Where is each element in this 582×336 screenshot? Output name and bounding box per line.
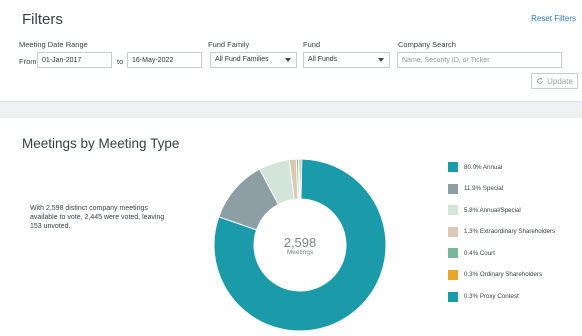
company-search-label: Company Search [398, 40, 456, 49]
legend-swatch [448, 269, 458, 280]
from-date-input[interactable] [37, 52, 112, 68]
donut-slice[interactable] [299, 158, 303, 200]
to-label: to [117, 57, 124, 66]
legend-swatch [448, 183, 458, 194]
legend-item[interactable]: 80.0% Annual [448, 162, 555, 172]
legend-swatch [448, 248, 458, 259]
donut-caption: Meetings [286, 249, 314, 256]
legend-item[interactable]: 0.3% Proxy Contest [448, 291, 555, 302]
section-title: Meetings by Meeting Type [22, 136, 180, 151]
filters-panel: Filters Reset Filters Meeting Date Range… [0, 0, 582, 102]
legend-swatch [448, 162, 458, 172]
fund-family-value: All Fund Families [215, 56, 269, 63]
legend-label: 80.0% Annual [464, 163, 503, 171]
legend-item[interactable]: 1.3% Extraordinary Shareholders [448, 226, 556, 237]
legend-item[interactable]: 0.3% Ordinary Shareholders [448, 269, 555, 280]
to-date-input[interactable] [127, 52, 202, 68]
chart-legend: 80.0% Annual 11.9% Special 5.8% Annual/Spe… [448, 162, 555, 313]
donut-total: 2,598 [283, 235, 317, 250]
legend-label: 5.8% Annual/Special [464, 206, 521, 214]
legend-swatch [448, 226, 458, 237]
legend-label: 11.9% Special [464, 185, 504, 193]
legend-label: 0.3% Ordinary Shareholders [464, 271, 543, 279]
legend-swatch [448, 291, 458, 302]
filters-title: Filters [22, 11, 63, 28]
meetings-panel: Meetings by Meeting Type With 2,598 dist… [0, 118, 582, 336]
refresh-icon [537, 77, 543, 84]
update-label: Update [547, 76, 573, 86]
fund-label: Fund [303, 40, 321, 49]
reset-filters-link[interactable]: Reset Filters [531, 14, 576, 23]
legend-item[interactable]: 5.8% Annual/Special [448, 205, 555, 216]
fund-select[interactable]: All Funds [303, 52, 390, 68]
legend-label: 0.4% Court [464, 249, 495, 257]
legend-item[interactable]: 11.9% Special [448, 183, 555, 194]
legend-label: 0.3% Proxy Contest [464, 293, 519, 301]
fund-family-select[interactable]: All Fund Families [210, 52, 297, 68]
chevron-down-icon [378, 58, 384, 62]
fund-value: All Funds [308, 56, 338, 63]
update-button[interactable]: Update [531, 73, 578, 89]
legend-swatch [448, 205, 458, 216]
chevron-down-icon [285, 58, 291, 62]
fund-family-label: Fund Family [208, 40, 250, 49]
meetings-summary: With 2,598 distinct company meetings ava… [30, 205, 165, 230]
legend-item[interactable]: 0.4% Court [448, 248, 555, 259]
company-search-input[interactable] [397, 52, 562, 68]
from-label: From [19, 57, 37, 66]
legend-label: 1.3% Extraordinary Shareholders [464, 228, 556, 236]
date-range-label: Meeting Date Range [19, 40, 88, 49]
